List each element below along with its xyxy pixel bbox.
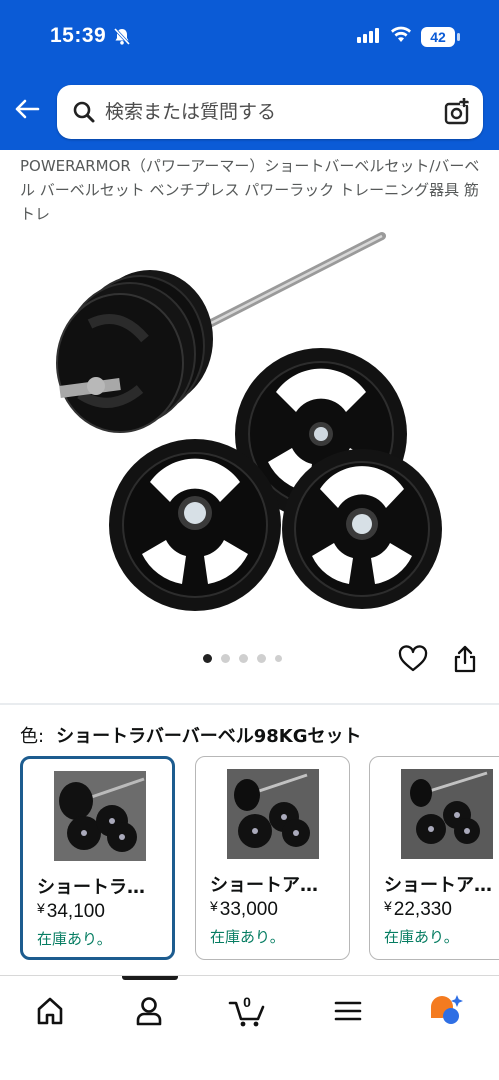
- bell-slash-icon: [112, 27, 132, 51]
- currency-symbol: ¥: [37, 900, 45, 916]
- wifi-icon: [390, 23, 412, 49]
- bottom-nav: 0: [0, 976, 499, 1080]
- variant-name: ショートア…: [384, 875, 492, 896]
- home-icon[interactable]: [32, 993, 68, 1029]
- status-bar: 15:39 42: [0, 0, 499, 76]
- variant-price: ¥34,100: [37, 900, 105, 923]
- carousel-dot: [257, 654, 266, 663]
- user-icon[interactable]: [131, 993, 167, 1029]
- back-arrow-icon[interactable]: [12, 94, 46, 128]
- carousel-dot: [221, 654, 230, 663]
- heart-icon[interactable]: [398, 645, 428, 678]
- cart-icon[interactable]: 0: [228, 993, 268, 1029]
- battery-cap: [457, 33, 460, 41]
- carousel-dot: [239, 654, 248, 663]
- search-input[interactable]: [105, 95, 425, 129]
- currency-symbol: ¥: [210, 898, 218, 914]
- carousel-dot: [203, 654, 212, 663]
- variant-price-value: 22,330: [393, 899, 452, 920]
- product-image[interactable]: [0, 224, 499, 636]
- active-tab-indicator: [122, 976, 178, 980]
- signal-icon: [357, 28, 379, 43]
- variant-stock: 在庫あり。: [210, 928, 285, 946]
- carousel-indicator[interactable]: [203, 654, 282, 663]
- variant-name: ショートア…: [210, 875, 318, 896]
- status-time: 15:39: [50, 24, 107, 47]
- variant-name: ショートラ…: [37, 877, 145, 898]
- color-selection: 色: ショートラバーバーベル98KGセット: [20, 722, 362, 748]
- battery-level: 42: [421, 27, 455, 47]
- carousel-dot: [275, 655, 282, 662]
- variant-stock: 在庫あり。: [37, 930, 112, 948]
- search-header: [0, 76, 499, 150]
- menu-icon[interactable]: [330, 993, 366, 1029]
- search-icon: [71, 99, 97, 130]
- variant-thumbnail: [401, 769, 493, 859]
- variant-thumbnail: [54, 771, 146, 861]
- share-icon[interactable]: [452, 644, 478, 679]
- ai-assistant-icon[interactable]: [427, 993, 463, 1029]
- variant-price-value: 33,000: [219, 899, 278, 920]
- currency-symbol: ¥: [384, 898, 392, 914]
- section-divider: [0, 703, 499, 705]
- variant-card[interactable]: ショートア… ¥22,330 在庫あり。: [369, 756, 499, 960]
- product-title[interactable]: POWERARMOR（パワーアーマー）ショートバーベルセット/バーベル バーベル…: [20, 154, 482, 226]
- variant-thumbnail: [227, 769, 319, 859]
- search-box[interactable]: [57, 85, 483, 139]
- variant-stock: 在庫あり。: [384, 928, 459, 946]
- cart-count: 0: [243, 994, 251, 1010]
- camera-search-icon[interactable]: [443, 97, 471, 131]
- variant-card[interactable]: ショートラ… ¥34,100 在庫あり。: [20, 756, 175, 960]
- variant-list[interactable]: ショートラ… ¥34,100 在庫あり。 ショートア… ¥33,000 在庫あり…: [20, 756, 499, 962]
- variant-price-value: 34,100: [46, 901, 105, 922]
- variant-price: ¥33,000: [210, 898, 278, 921]
- variant-price: ¥22,330: [384, 898, 452, 921]
- variant-card[interactable]: ショートア… ¥33,000 在庫あり。: [195, 756, 350, 960]
- color-value: ショートラバーバーベル98KGセット: [56, 726, 362, 747]
- color-label: 色:: [20, 726, 45, 747]
